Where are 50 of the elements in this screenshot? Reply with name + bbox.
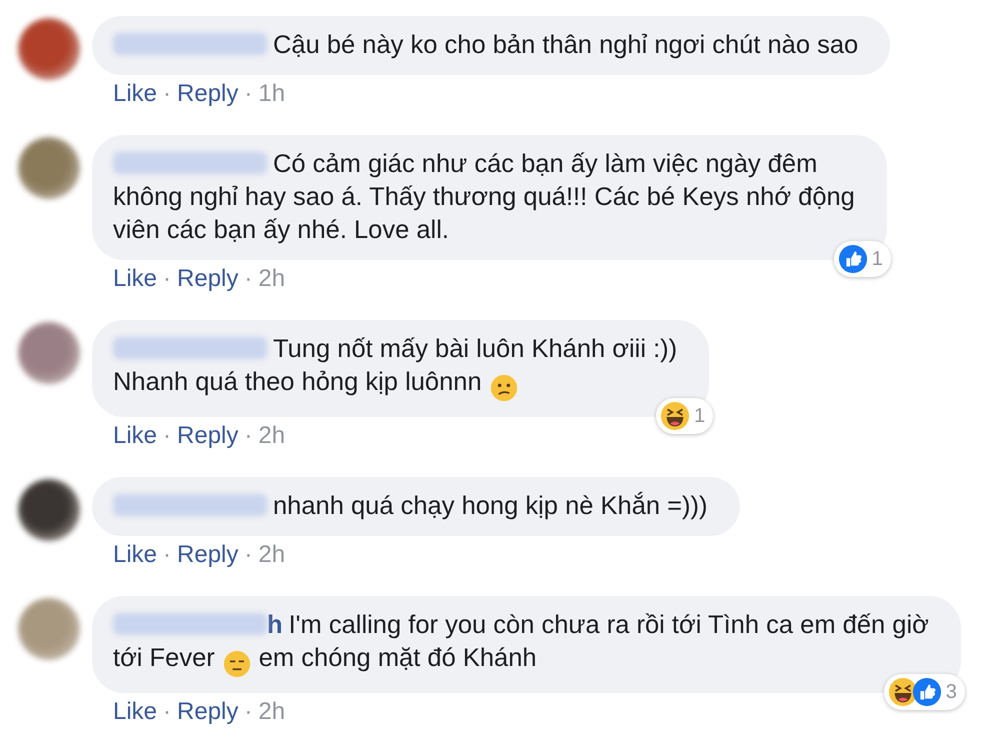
separator-dot: · (163, 422, 172, 450)
separator-dot: · (163, 80, 172, 108)
reply-link[interactable]: Reply (177, 80, 238, 108)
laughing-face-icon (888, 677, 918, 707)
reaction-count: 3 (946, 680, 957, 704)
reaction-count: 1 (872, 247, 883, 271)
reaction-count: 1 (694, 404, 706, 428)
like-link[interactable]: Like (113, 265, 158, 293)
commenter-name: h (267, 611, 283, 639)
comment-text: Cậu bé này ko cho bản thân nghỉ ngơi chút nào sao (273, 31, 858, 59)
separator-dot: · (163, 541, 172, 569)
comment-text: nhanh quá chạy hong kịp nè Khắn =))) (273, 492, 708, 520)
thumbs-up-icon (838, 244, 868, 274)
separator-dot: · (244, 698, 252, 726)
reply-link[interactable]: Reply (177, 265, 238, 293)
expressionless-face-icon (222, 650, 251, 678)
comment-text: em chóng mặt đó Khánh (258, 644, 537, 672)
avatar (18, 322, 80, 384)
separator-dot: · (163, 265, 172, 293)
reply-link[interactable]: Reply (177, 698, 238, 726)
comment-text: tới Fever (113, 644, 215, 672)
reply-link[interactable]: Reply (177, 541, 238, 569)
separator-dot: · (244, 80, 252, 108)
comment-text: Có cảm giác như các bạn ấy làm việc ngày đêm (273, 150, 818, 178)
avatar (18, 137, 80, 199)
separator-dot: · (244, 541, 252, 569)
timestamp: 1h (258, 80, 286, 108)
timestamp: 2h (258, 541, 286, 569)
confused-face-icon (490, 374, 518, 402)
like-link[interactable]: Like (113, 541, 158, 569)
comment-text: I'm calling for you còn chưa ra rồi tới Tình ca em đến giờ (288, 611, 929, 639)
avatar (18, 479, 80, 541)
like-link[interactable]: Like (113, 698, 158, 726)
avatar (18, 598, 80, 660)
comment-text: Tung nốt mấy bài luôn Khánh ơiii :)) (273, 335, 678, 363)
comment-text: không nghỉ hay sao á. Thấy thương quá!!! Các bé Keys nhớ động (113, 183, 855, 211)
timestamp: 2h (258, 422, 286, 450)
separator-dot: · (244, 265, 252, 293)
timestamp: 2h (258, 265, 286, 293)
separator-dot: · (244, 422, 252, 450)
avatar (18, 18, 80, 80)
like-link[interactable]: Like (113, 422, 158, 450)
reply-link[interactable]: Reply (177, 422, 238, 450)
thumbs-up-icon (912, 677, 942, 707)
comment-text: Nhanh quá theo hỏng kịp luônnn (113, 368, 482, 396)
like-link[interactable]: Like (113, 80, 158, 108)
separator-dot: · (163, 698, 172, 726)
timestamp: 2h (258, 698, 286, 726)
comment-text: viên các bạn ấy nhé. Love all. (113, 216, 449, 244)
laughing-face-icon (660, 401, 690, 431)
